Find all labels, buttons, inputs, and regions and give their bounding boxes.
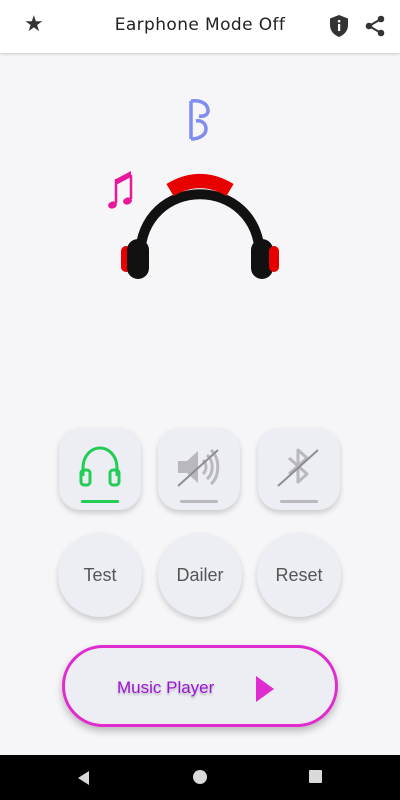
bluetooth-off-icon: [277, 448, 319, 487]
home-icon[interactable]: [193, 770, 207, 784]
speaker-indicator: [180, 500, 218, 503]
recents-icon[interactable]: [309, 770, 322, 783]
app-bar: ★ Earphone Mode Off: [0, 0, 400, 53]
test-button[interactable]: Test: [58, 533, 142, 617]
music-player-label: Music Player: [117, 678, 215, 697]
share-icon[interactable]: [364, 15, 386, 37]
headphone-toggle[interactable]: [59, 428, 141, 510]
reset-button[interactable]: Reset: [257, 533, 341, 617]
speaker-off-icon: [177, 448, 220, 487]
reset-button-label: Reset: [275, 564, 323, 585]
music-notes-icon: [108, 171, 133, 209]
bluetooth-toggle[interactable]: [258, 428, 340, 510]
test-button-label: Test: [83, 564, 117, 585]
shield-info-icon[interactable]: [328, 14, 350, 38]
speaker-toggle[interactable]: [158, 428, 240, 510]
music-note-icon: [189, 99, 210, 141]
dailer-button-label: Dailer: [176, 564, 224, 585]
headphone-indicator: [81, 500, 119, 503]
play-icon: [256, 676, 274, 702]
back-icon[interactable]: [76, 770, 92, 786]
bluetooth-indicator: [280, 500, 318, 503]
dailer-button[interactable]: Dailer: [158, 533, 242, 617]
music-player-button[interactable]: Music Player: [62, 645, 338, 727]
headphones-illustration: [108, 99, 279, 279]
headphones-icon: [79, 446, 121, 487]
